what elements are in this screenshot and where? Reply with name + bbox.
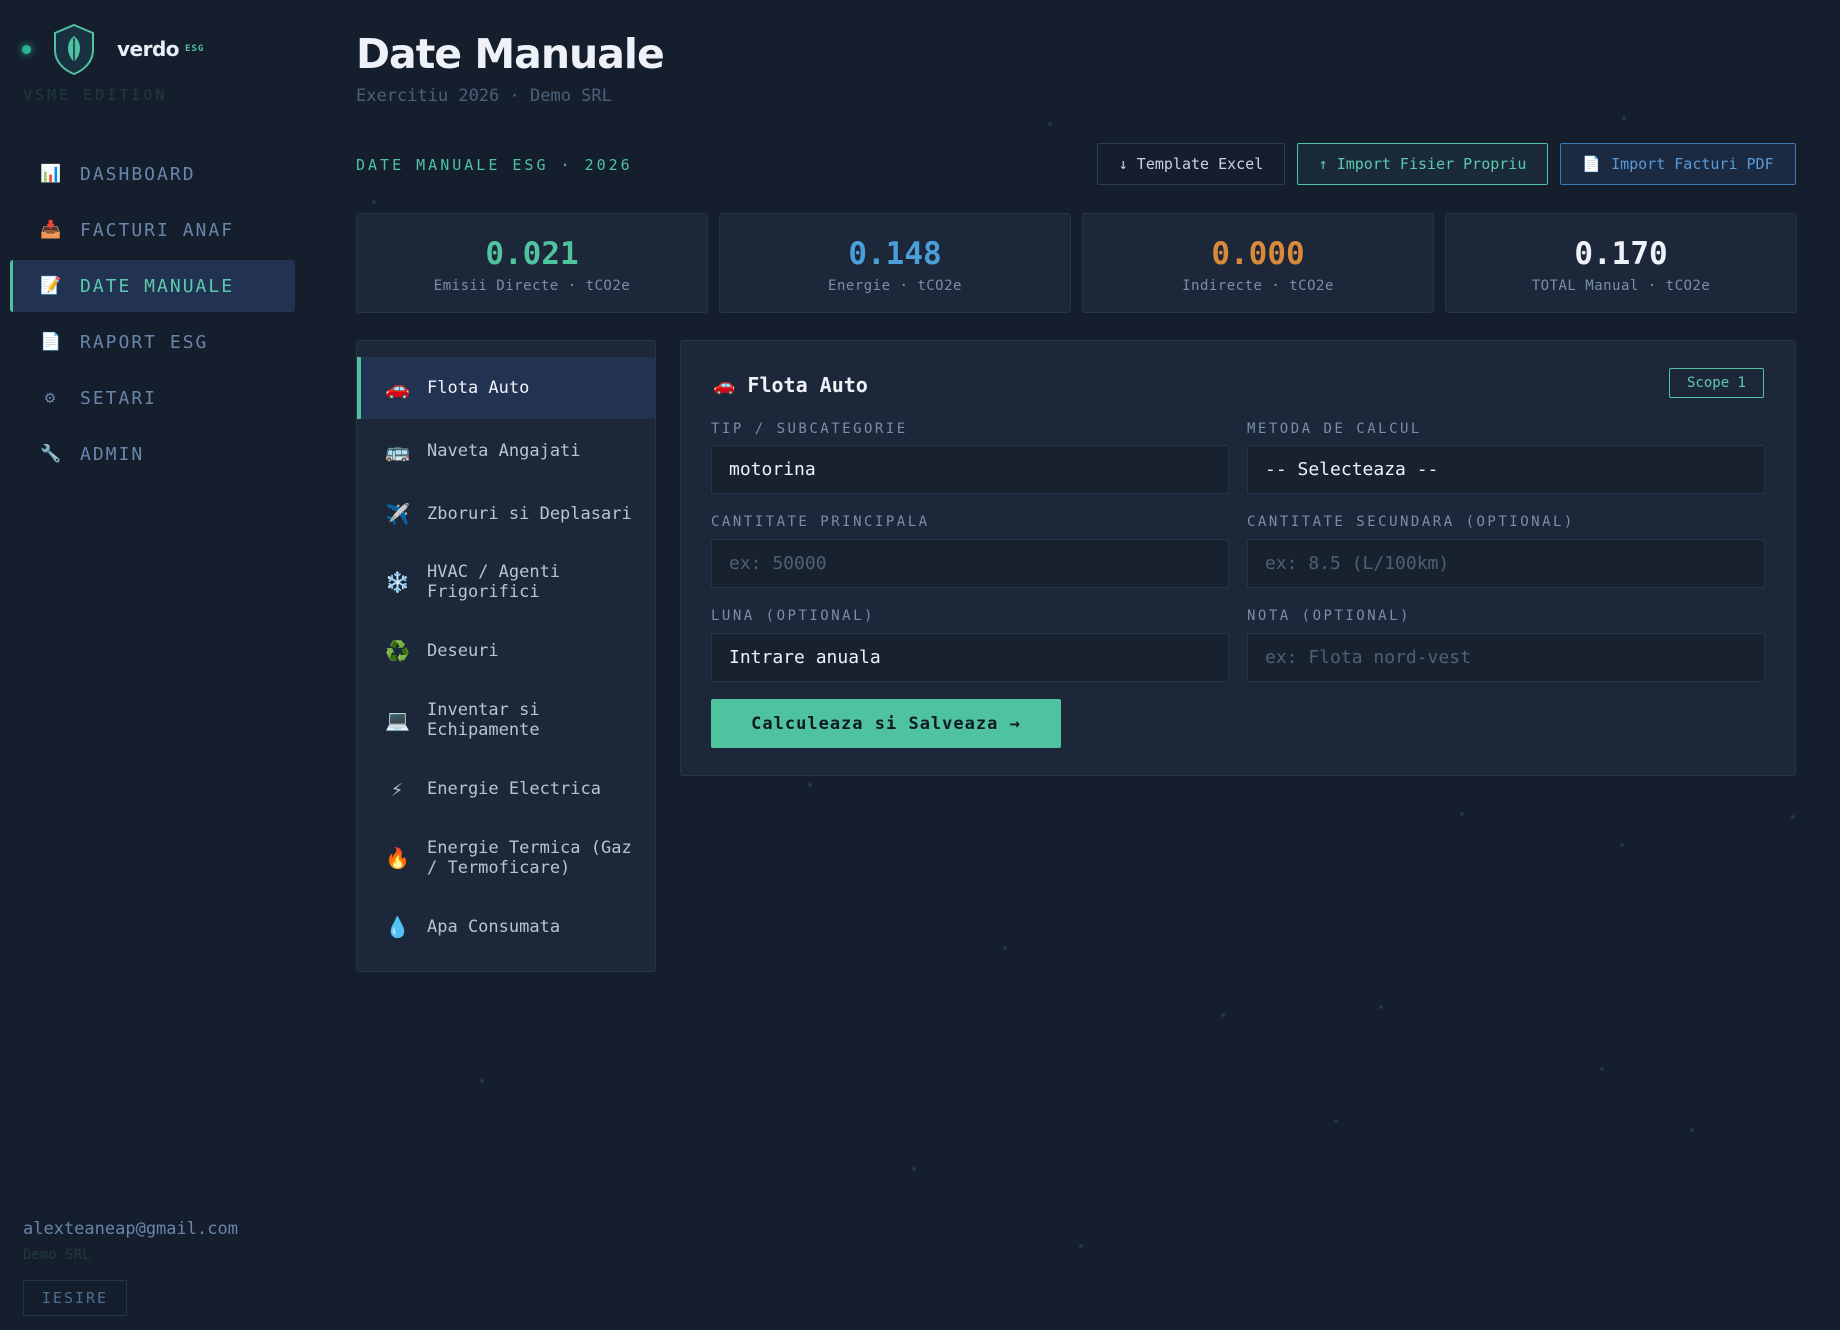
car-icon: 🚗: [385, 376, 410, 400]
airplane-icon: ✈️: [385, 502, 410, 526]
sidebar-item-label: FACTURI ANAF: [80, 219, 235, 241]
brand[interactable]: verdo ESG: [22, 22, 204, 76]
memo-icon: 📝: [40, 276, 64, 296]
scope-badge: Scope 1: [1669, 368, 1764, 398]
category-label: Energie Electrica: [427, 779, 601, 799]
status-dot: [22, 44, 31, 54]
user-email: alexteaneap@gmail.com: [23, 1219, 238, 1239]
sidebar-item-setari[interactable]: ⚙ SETARI: [10, 372, 295, 424]
category-label: Flota Auto: [427, 378, 530, 398]
metoda-label: METODA DE CALCUL: [1247, 421, 1422, 437]
form-title: 🚗 Flota Auto: [713, 373, 868, 397]
cantitate-principala-label: CANTITATE PRINCIPALA: [711, 514, 930, 530]
cantitate-principala-input[interactable]: [711, 539, 1229, 588]
stat-card-energie: 0.148 Energie · tCO2e: [719, 213, 1071, 313]
stat-value: 0.170: [1574, 236, 1668, 272]
category-label: Zboruri si Deplasari: [427, 504, 632, 524]
stat-label: Emisii Directe · tCO2e: [433, 278, 631, 294]
category-apa[interactable]: 💧 Apa Consumata: [357, 895, 655, 959]
entry-form: 🚗 Flota Auto Scope 1 TIP / SUBCATEGORIE …: [680, 340, 1796, 776]
stat-label: Energie · tCO2e: [828, 278, 962, 294]
chart-icon: 📊: [40, 164, 64, 184]
category-flota-auto[interactable]: 🚗 Flota Auto: [357, 357, 655, 419]
gear-icon: ⚙: [44, 388, 58, 408]
edition-label: VSME EDITION: [23, 86, 168, 104]
car-icon: 🚗: [713, 374, 736, 396]
sidebar-item-facturi-anaf[interactable]: 📥 FACTURI ANAF: [10, 204, 295, 256]
sidebar-nav: 📊 DASHBOARD 📥 FACTURI ANAF 📝 DATE MANUAL…: [10, 148, 295, 484]
bus-icon: 🚌: [385, 439, 410, 463]
recycle-icon: ♻️: [385, 639, 410, 663]
category-label: Inventar si Echipamente: [427, 700, 540, 740]
stat-card-indirecte: 0.000 Indirecte · tCO2e: [1082, 213, 1434, 313]
lightning-icon: ⚡: [390, 777, 404, 801]
stat-value: 0.021: [485, 236, 579, 272]
wrench-icon: 🔧: [40, 444, 64, 464]
category-label: Naveta Angajati: [427, 441, 581, 461]
metoda-select[interactable]: -- Selecteaza --: [1247, 445, 1765, 494]
category-inventar[interactable]: 💻 Inventar si Echipamente: [357, 683, 655, 757]
import-pdf-button[interactable]: 📄 Import Facturi PDF: [1560, 143, 1796, 185]
inbox-icon: 📥: [40, 220, 64, 240]
stat-value: 0.148: [848, 236, 942, 272]
sidebar: verdo ESG VSME EDITION 📊 DASHBOARD 📥 FAC…: [0, 0, 300, 1330]
sidebar-item-admin[interactable]: 🔧 ADMIN: [10, 428, 295, 480]
category-energie-termica[interactable]: 🔥 Energie Termica (Gaz / Termoficare): [357, 821, 655, 895]
luna-select[interactable]: Intrare anuala: [711, 633, 1229, 682]
sidebar-item-label: RAPORT ESG: [80, 331, 209, 353]
nota-label: NOTA (OPTIONAL): [1247, 608, 1411, 624]
category-energie-electrica[interactable]: ⚡ Energie Electrica: [357, 757, 655, 821]
document-icon: 📄: [40, 332, 64, 352]
calculate-save-button[interactable]: Calculeaza si Salveaza →: [711, 699, 1061, 748]
cantitate-secundara-input[interactable]: [1247, 539, 1765, 588]
category-label: Energie Termica (Gaz / Termoficare): [427, 838, 632, 878]
page-subtitle: Exercitiu 2026 · Demo SRL: [356, 86, 612, 106]
category-naveta-angajati[interactable]: 🚌 Naveta Angajati: [357, 419, 655, 483]
page-title: Date Manuale: [356, 30, 665, 78]
form-title-text: Flota Auto: [747, 373, 868, 397]
category-label: Deseuri: [427, 641, 499, 661]
sidebar-item-dashboard[interactable]: 📊 DASHBOARD: [10, 148, 295, 200]
nota-input[interactable]: [1247, 633, 1765, 682]
import-file-button[interactable]: ↑ Import Fisier Propriu: [1297, 143, 1548, 185]
brand-sub: ESG: [185, 44, 205, 54]
user-company: Demo SRL: [23, 1247, 91, 1263]
cantitate-secundara-label: CANTITATE SECUNDARA (OPTIONAL): [1247, 514, 1575, 530]
stat-label: TOTAL Manual · tCO2e: [1531, 278, 1711, 294]
category-label: Apa Consumata: [427, 917, 561, 937]
template-excel-button[interactable]: ↓ Template Excel: [1097, 143, 1285, 185]
stat-card-total: 0.170 TOTAL Manual · tCO2e: [1445, 213, 1797, 313]
import-pdf-label: Import Facturi PDF: [1611, 155, 1774, 173]
droplet-icon: 💧: [385, 915, 410, 939]
tip-select[interactable]: motorina: [711, 445, 1229, 494]
luna-label: LUNA (OPTIONAL): [711, 608, 875, 624]
category-label: HVAC / Agenti Frigorifici: [427, 562, 561, 602]
shield-leaf-icon: [54, 23, 94, 76]
brand-name: verdo: [117, 37, 180, 61]
sidebar-item-raport-esg[interactable]: 📄 RAPORT ESG: [10, 316, 295, 368]
stat-value: 0.000: [1211, 236, 1305, 272]
category-deseuri[interactable]: ♻️ Deseuri: [357, 619, 655, 683]
snowflake-icon: ❄️: [385, 570, 410, 594]
sidebar-item-label: DASHBOARD: [80, 163, 196, 185]
logout-button[interactable]: IESIRE: [23, 1280, 127, 1316]
category-zboruri[interactable]: ✈️ Zboruri si Deplasari: [357, 483, 655, 545]
sidebar-item-label: SETARI: [80, 387, 158, 409]
category-hvac[interactable]: ❄️ HVAC / Agenti Frigorifici: [357, 545, 655, 619]
tip-label: TIP / SUBCATEGORIE: [711, 421, 908, 437]
sidebar-item-label: ADMIN: [80, 443, 145, 465]
fire-icon: 🔥: [385, 846, 410, 870]
section-label: DATE MANUALE ESG · 2026: [356, 156, 633, 174]
sidebar-item-date-manuale[interactable]: 📝 DATE MANUALE: [10, 260, 295, 312]
category-list: 🚗 Flota Auto 🚌 Naveta Angajati ✈️ Zborur…: [356, 340, 656, 972]
laptop-icon: 💻: [385, 708, 410, 732]
document-icon: 📄: [1582, 155, 1602, 173]
stat-label: Indirecte · tCO2e: [1182, 278, 1334, 294]
sidebar-item-label: DATE MANUALE: [80, 275, 235, 297]
stat-card-emisii-directe: 0.021 Emisii Directe · tCO2e: [356, 213, 708, 313]
